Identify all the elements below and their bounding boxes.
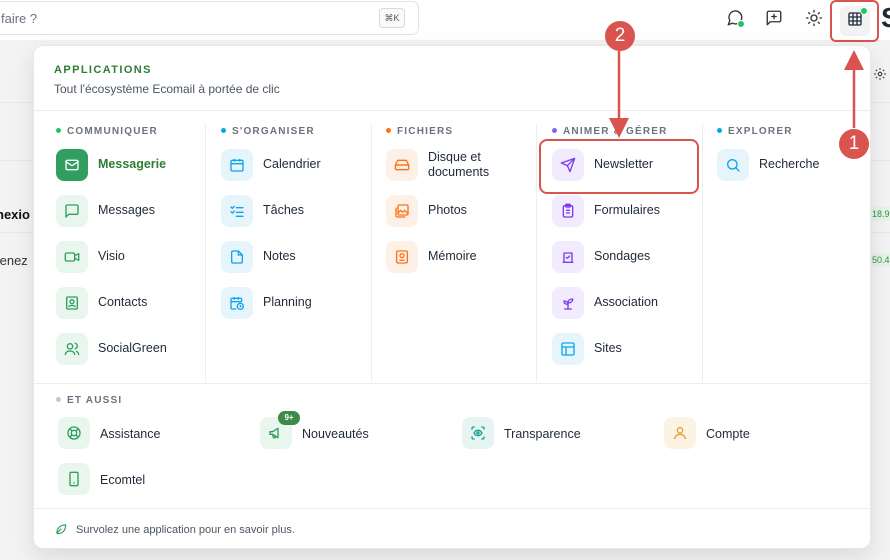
step-marker-2: 2	[605, 21, 635, 51]
step-marker-1: 1	[839, 129, 869, 159]
annotation-arrows	[609, 50, 864, 138]
